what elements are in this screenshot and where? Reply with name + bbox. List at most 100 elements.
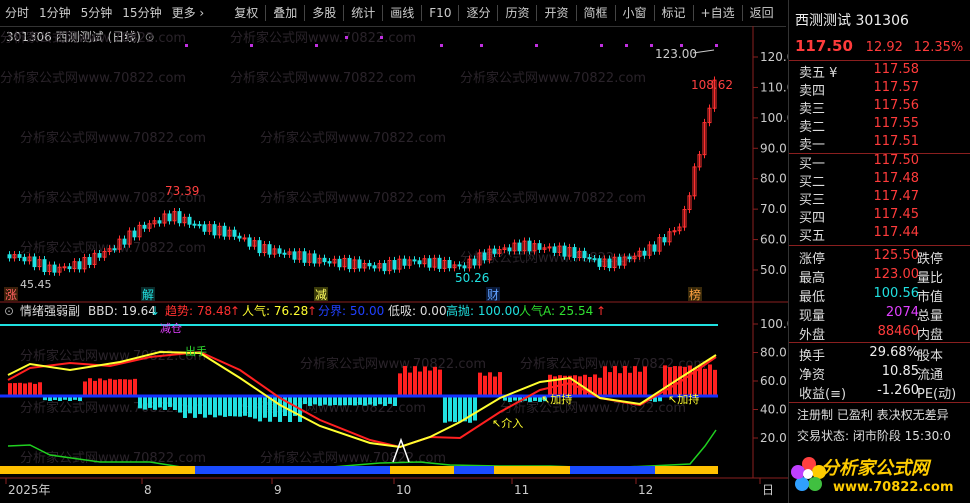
quote-row[interactable]: 买二 117.48 (789, 171, 970, 190)
signal-chushou: 出手 (185, 344, 207, 358)
candle-body (202, 224, 207, 232)
indicator-bar (448, 396, 452, 422)
quote-row[interactable]: 卖五 ¥ 117.58 (789, 62, 970, 81)
quote-row[interactable]: 卖一 117.51 (789, 134, 970, 153)
quote-value: 117.58 (873, 62, 920, 77)
svg-text:↓: ↓ (150, 304, 160, 318)
candle-body (492, 248, 497, 254)
candle-body (312, 253, 317, 264)
candle-body (367, 262, 372, 267)
indicator-legend: ⊙ 情绪强弱副 BBD: 19.64 ↓ 趋势: 78.48 ↑ 人气: 76.… (4, 303, 606, 318)
marker-jian[interactable]: 减 (315, 288, 327, 302)
date-tick-label: 2025年 (8, 483, 51, 497)
candle-body (322, 257, 327, 263)
quote-label: 卖四 (799, 84, 826, 99)
indicator-bar (178, 396, 182, 413)
stats-row: 现量 2074 总量 (799, 305, 944, 324)
watermark-text: 分析家公式网www.70822.com (500, 400, 686, 416)
candle-body (197, 224, 202, 227)
candle-body (412, 259, 417, 262)
quote-row[interactable]: 买四 117.45 (789, 207, 970, 226)
fund-row: 净资 10.85 流通 (799, 364, 944, 383)
candle-body (517, 242, 522, 252)
signal-dot (715, 44, 718, 47)
watermark-text: 分析家公式网www.70822.com (20, 348, 206, 364)
marker-bang[interactable]: 榜 (689, 287, 701, 302)
candle-body (457, 264, 462, 267)
candle-body (122, 238, 127, 245)
watermark-text: 分析家公式网www.70822.com (20, 130, 206, 146)
indicator-bar (233, 396, 237, 417)
signal-dot (480, 44, 483, 47)
candle-body (642, 250, 647, 256)
candle-body (192, 223, 197, 226)
indicator-bar (403, 366, 407, 396)
low-label: 50.26 (455, 271, 489, 285)
indicator-bar (18, 382, 22, 396)
candle-body (42, 259, 47, 273)
price-line: 117.50 12.92 12.35% (795, 37, 964, 55)
marker-jie[interactable]: 解 (142, 288, 154, 302)
candle-body (527, 240, 532, 252)
signal-dot (535, 44, 538, 47)
price-tick-label: 90.0 (760, 141, 787, 155)
candle-body (372, 265, 377, 269)
quote-label: 卖三 (799, 102, 826, 117)
candle-body (617, 256, 622, 266)
price-tick-label: 110.0 (760, 80, 788, 94)
svg-text:↑: ↑ (596, 304, 606, 318)
marker-zhang[interactable]: 涨 (5, 287, 17, 302)
indicator-bar (108, 378, 112, 396)
svg-text:低吸: 0.00: 低吸: 0.00 (388, 304, 447, 318)
candle-body (592, 258, 597, 261)
indicator-bar (133, 378, 137, 396)
candle-body (347, 257, 352, 270)
candle-body (282, 252, 287, 255)
svg-text:BBD: 19.64: BBD: 19.64 (88, 304, 156, 318)
candle-body (507, 247, 512, 252)
candle-body (547, 246, 552, 249)
indicator-bar (638, 371, 642, 396)
indicator-bar (13, 383, 17, 396)
candle-body (67, 266, 72, 270)
indicator-bar (33, 383, 37, 396)
quote-row[interactable]: 卖二 117.55 (789, 116, 970, 135)
quote-row[interactable]: 卖三 117.56 (789, 98, 970, 117)
candle-body (392, 260, 397, 270)
quote-label: 买三 (799, 193, 826, 208)
stats-row: 涨停 125.50 跌停 (799, 248, 944, 267)
indicator-bar (193, 396, 197, 418)
watermark-text: 分析家公式网www.70822.com (260, 190, 446, 206)
svg-text:⊙: ⊙ (4, 304, 14, 318)
indicator-bar (128, 379, 132, 396)
signal-dot (600, 44, 603, 47)
marker-cai[interactable]: 财 (487, 288, 499, 302)
signal-dot (380, 36, 383, 39)
signal-jieru: ↖介入 (492, 417, 523, 430)
candle-body (212, 224, 217, 236)
indicator-tick-label: 60.0 (760, 374, 787, 388)
candle-body (292, 251, 297, 260)
candle-body (277, 248, 282, 254)
candle-body (22, 256, 27, 262)
quote-row[interactable]: 买一 117.50 (789, 153, 970, 172)
candle-body (112, 248, 117, 251)
candle-body (607, 258, 612, 269)
indicator-bar (148, 396, 152, 408)
quote-row[interactable]: 卖四 117.57 (789, 80, 970, 99)
svg-text:人气: 76.28: 人气: 76.28 (242, 303, 308, 318)
indicator-bar (623, 366, 627, 396)
chart-canvas[interactable]: 分析家公式网www.70822.com 分析家公式网www.70822.com 分析… (0, 0, 788, 503)
quote-row[interactable]: 买三 117.47 (789, 189, 970, 208)
quote-value: 117.48 (873, 171, 920, 186)
indicator-bar (418, 371, 422, 396)
indicator-bar (203, 396, 207, 418)
quote-value: 117.51 (873, 134, 920, 149)
quote-row[interactable]: 买五 117.44 (789, 225, 970, 244)
fund-row: 收益(≡) -1.260 PE(动) (799, 383, 957, 402)
signal-strip (570, 466, 655, 474)
svg-text:↑: ↑ (307, 304, 317, 318)
indicator-bar (473, 396, 477, 421)
signal-dot (440, 44, 443, 47)
fund-row: 换手 29.68% 股本 (799, 345, 944, 364)
